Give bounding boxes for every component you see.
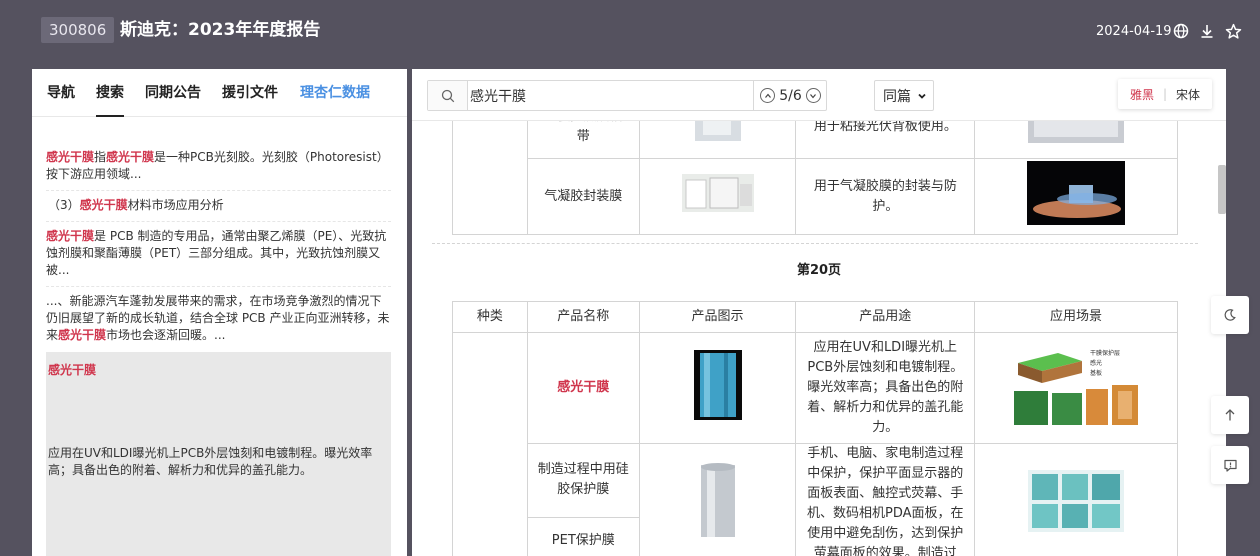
- product-use: 手机、电脑、家电制造过程中保护，保护平面显示器的面板表面、触控式荧幕、手机、数码…: [807, 446, 964, 556]
- table-row: 气凝胶封装膜 用于气凝胶膜的封装与防护。: [453, 158, 1178, 235]
- column-header: 应用场景: [974, 301, 1178, 333]
- search-box: 5/6: [427, 80, 827, 111]
- product-image: [696, 460, 739, 541]
- match-position: 5/6: [779, 87, 802, 104]
- column-header: 产品名称: [526, 301, 640, 333]
- tab-navigation[interactable]: 导航: [47, 83, 75, 103]
- top-bar: 300806 斯迪克：2023年年度报告 2024-04-19: [0, 0, 1260, 60]
- list-item[interactable]: 感光干膜指感光干膜是一种PCB光刻胶。光刻胶（Photoresist）按下游应用…: [46, 143, 391, 191]
- globe-icon[interactable]: [1171, 21, 1191, 41]
- download-icon[interactable]: [1197, 21, 1217, 41]
- feedback-button[interactable]: [1211, 446, 1249, 484]
- stock-code-badge: 300806: [41, 17, 115, 43]
- scene-image: [1027, 161, 1126, 225]
- column-header: 种类: [452, 301, 528, 333]
- scene-image: 干膜保护层 感光 基板: [1010, 340, 1143, 429]
- tab-lixinger-data[interactable]: 理杏仁数据: [300, 83, 370, 103]
- column-header: 产品图示: [638, 301, 797, 333]
- document-content: 光伏阻燃胶粘 带 用于粘接光伏背板使用。 气凝胶封装膜 用于气凝胶膜的封装与防护…: [412, 121, 1226, 556]
- star-icon[interactable]: [1223, 21, 1243, 41]
- search-scope-select[interactable]: 同篇: [874, 80, 934, 111]
- product-use: 用于粘接光伏背板使用。: [813, 121, 957, 134]
- product-image: [694, 121, 741, 141]
- product-use: 应用在UV和LDI曝光机上PCB外层蚀刻和电镀制程。曝光效率高；具备出色的附着、…: [807, 340, 964, 435]
- scrollbar-thumb[interactable]: [1218, 165, 1226, 214]
- product-name: 光伏阻燃胶粘 带: [544, 121, 622, 144]
- search-icon[interactable]: [428, 81, 468, 110]
- arrow-up-icon: [1225, 409, 1235, 421]
- product-name: 气凝胶封装膜: [544, 188, 623, 204]
- product-table-top: 光伏阻燃胶粘 带 用于粘接光伏背板使用。 气凝胶封装膜 用于气凝胶膜的封装与防护…: [452, 121, 1178, 235]
- preview-title: 感光干膜: [48, 363, 97, 377]
- scene-image: [1028, 469, 1125, 532]
- back-to-top-button[interactable]: [1211, 396, 1249, 434]
- document-title: 斯迪克：2023年年度报告: [120, 20, 321, 40]
- publish-date: 2024-04-19: [1096, 24, 1172, 39]
- product-image: [681, 174, 754, 212]
- font-songti-option[interactable]: 宋体: [1176, 86, 1200, 103]
- dark-mode-button[interactable]: [1211, 296, 1249, 334]
- table-row: 制造过程中用硅胶保护膜 手机、电脑、家电制造过程中保护，保护平面显示器的面板表面…: [453, 443, 1178, 556]
- list-item[interactable]: 感光干膜是 PCB 制造的专用品，通常由聚乙烯膜（PE）、光致抗蚀剂膜和聚酯薄膜…: [46, 222, 391, 287]
- svg-text:感光: 感光: [1090, 359, 1102, 367]
- left-tabs: 导航 搜索 同期公告 援引文件 理杏仁数据: [32, 69, 407, 117]
- document-panel: 5/6 同篇 雅黑 | 宋体 光伏阻燃胶粘 带 用于粘接光伏: [412, 69, 1226, 556]
- font-yahei-option[interactable]: 雅黑: [1130, 86, 1154, 103]
- svg-text:基板: 基板: [1090, 369, 1102, 377]
- moon-icon: [1224, 309, 1236, 321]
- document-search-bar: 5/6 同篇 雅黑 | 宋体: [412, 69, 1226, 121]
- product-name: 制造过程中用硅胶保护膜: [537, 462, 629, 498]
- feedback-icon: [1223, 459, 1237, 472]
- chevron-down-icon: [918, 93, 926, 99]
- left-panel: 导航 搜索 同期公告 援引文件 理杏仁数据 感光干膜指感光干膜是一种PCB光刻胶…: [32, 69, 407, 556]
- list-item[interactable]: （3）感光干膜材料市场应用分析: [46, 191, 391, 222]
- column-header: 产品用途: [795, 301, 976, 333]
- search-input[interactable]: [470, 84, 750, 107]
- table-row: 光伏阻燃胶粘 带 用于粘接光伏背板使用。: [452, 121, 1178, 235]
- scene-image: [1028, 121, 1125, 143]
- tab-cited-documents[interactable]: 援引文件: [222, 83, 278, 103]
- tab-concurrent-announcements[interactable]: 同期公告: [145, 83, 201, 103]
- page-number-label: 第20页: [796, 263, 842, 278]
- product-table: 种类 产品名称 产品图示 产品用途 应用场景 感光干膜 应用在UV和LDI曝光机…: [452, 301, 1178, 556]
- selected-result-preview[interactable]: 感光干膜 应用在UV和LDI曝光机上PCB外层蚀刻和电镀制程。曝光效率高；具备出…: [46, 352, 391, 556]
- product-image: [693, 349, 742, 420]
- search-results: 感光干膜指感光干膜是一种PCB光刻胶。光刻胶（Photoresist）按下游应用…: [46, 143, 391, 351]
- table-row: 感光干膜 应用在UV和LDI曝光机上PCB外层蚀刻和电镀制程。曝光效率高；具备出…: [452, 332, 1178, 556]
- svg-text:干膜保护层: 干膜保护层: [1090, 349, 1120, 357]
- tab-search[interactable]: 搜索: [96, 83, 124, 117]
- table-header-row: 种类 产品名称 产品图示 产品用途 应用场景: [452, 301, 1178, 333]
- font-toggle: 雅黑 | 宋体: [1118, 79, 1212, 109]
- product-name: 感光干膜: [557, 380, 610, 395]
- page-divider: [432, 243, 1198, 244]
- preview-text: 应用在UV和LDI曝光机上PCB外层蚀刻和电镀制程。曝光效率高；具备出色的附着、…: [48, 446, 373, 477]
- product-use: 用于气凝胶膜的封装与防护。: [813, 178, 957, 214]
- next-match-icon[interactable]: [805, 88, 821, 103]
- product-name: PET保护膜: [551, 532, 615, 548]
- previous-match-icon[interactable]: [760, 88, 776, 103]
- search-match-navigator: 5/6: [753, 81, 827, 110]
- list-item[interactable]: ...、新能源汽车蓬勃发展带来的需求，在市场竞争激烈的情况下仍旧展望了新的成长轨…: [46, 287, 391, 351]
